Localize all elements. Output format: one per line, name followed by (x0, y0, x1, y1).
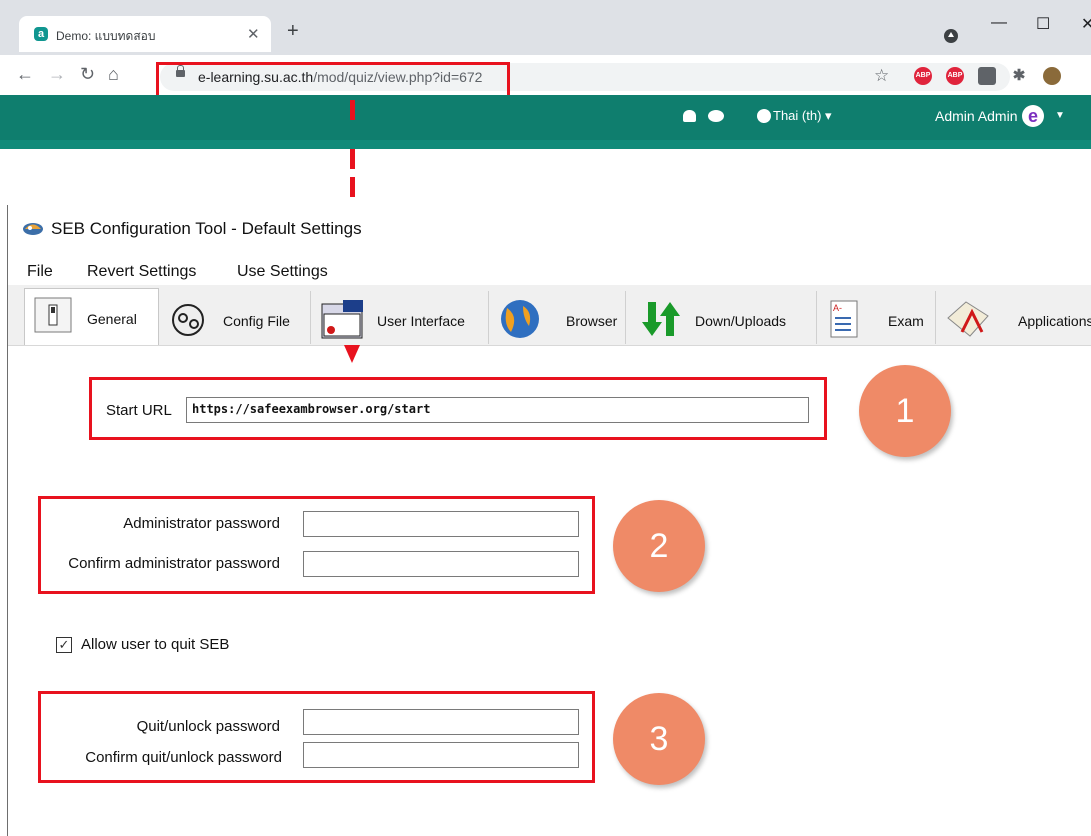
checklist-icon: A- (830, 300, 858, 338)
tab-title: Demo: แบบทดสอบ (56, 29, 156, 43)
confirm-quit-password-input[interactable] (303, 742, 579, 768)
arrow-dash (350, 177, 355, 197)
globe-icon[interactable] (757, 109, 771, 123)
user-avatar-icon[interactable] (1043, 67, 1061, 85)
window-title: SEB Configuration Tool - Default Setting… (51, 219, 362, 238)
confirm-admin-password-label: Confirm administrator password (68, 555, 280, 572)
confirm-admin-password-input[interactable] (303, 551, 579, 577)
tab-general[interactable]: General (24, 288, 159, 345)
new-tab-icon[interactable]: + (287, 21, 299, 41)
moodle-favicon-icon: a (34, 27, 48, 41)
reload-icon[interactable]: ↻ (80, 64, 95, 84)
window-icon (321, 300, 363, 339)
tab-label: General (87, 311, 137, 327)
step-3-badge: 3 (613, 693, 705, 785)
gears-icon (172, 304, 204, 336)
forward-icon[interactable]: → (48, 64, 66, 84)
menu-file[interactable]: File (27, 263, 53, 281)
start-url-label: Start URL (106, 402, 172, 419)
tab-down-uploads[interactable]: Down/Uploads (626, 291, 817, 344)
tab-label: Exam (888, 313, 924, 329)
avatar[interactable]: e (1022, 105, 1044, 127)
app-icon (947, 301, 989, 337)
tab-close-icon[interactable]: ✕ (247, 25, 260, 43)
home-icon[interactable]: ⌂ (108, 64, 119, 84)
chevron-down-icon[interactable]: ▼ (1055, 110, 1065, 121)
bookmark-star-icon[interactable]: ☆ (874, 66, 889, 86)
switch-icon (34, 297, 72, 333)
confirm-quit-password-label: Confirm quit/unlock password (85, 749, 282, 766)
quit-password-label: Quit/unlock password (136, 718, 280, 735)
menu-use-settings[interactable]: Use Settings (237, 263, 328, 281)
profile-icon[interactable] (944, 29, 958, 43)
language-menu[interactable]: Thai (th) ▾ (773, 108, 832, 124)
globe-icon (501, 300, 539, 338)
step-1-badge: 1 (859, 365, 951, 457)
quit-password-input[interactable] (303, 709, 579, 735)
url-highlight-box (156, 62, 510, 98)
tab-label: Browser (566, 313, 618, 329)
minimize-icon[interactable]: — (991, 14, 1007, 32)
maximize-icon[interactable]: ☐ (1036, 14, 1050, 34)
moodle-navbar (0, 95, 1091, 140)
tab-browser[interactable]: Browser (489, 291, 626, 344)
notification-bell-icon[interactable] (683, 110, 696, 122)
seb-app-icon (23, 223, 43, 235)
tab-config-file[interactable]: Config File (158, 291, 311, 344)
menu-revert-settings[interactable]: Revert Settings (87, 263, 196, 281)
close-window-icon[interactable]: ✕ (1081, 14, 1091, 34)
allow-quit-checkbox[interactable]: ✓ (56, 637, 72, 653)
admin-password-label: Administrator password (123, 515, 280, 532)
tab-label: User Interface (377, 313, 465, 329)
tab-label: Config File (223, 313, 290, 329)
up-down-arrows-icon (642, 302, 680, 336)
tab-label: Applications (1018, 313, 1091, 329)
browser-tab[interactable]: a Demo: แบบทดสอบ ✕ (19, 16, 271, 52)
arrow-head (344, 345, 360, 363)
messages-icon[interactable] (708, 110, 724, 122)
tab-label: Down/Uploads (695, 313, 787, 329)
moodle-subbar (0, 140, 1091, 149)
adblock-extension-icon[interactable]: ABP (946, 67, 964, 85)
start-url-input[interactable]: https://safeexambrowser.org/start (186, 397, 809, 423)
extension-icon[interactable] (978, 67, 996, 85)
tab-exam[interactable]: A- Exam (817, 291, 936, 344)
tab-applications[interactable]: Applications (936, 291, 1091, 344)
tab-user-interface[interactable]: User Interface (311, 291, 489, 344)
quit-password-highlight-box (38, 691, 595, 783)
adblock-extension-icon[interactable]: ABP (914, 67, 932, 85)
back-icon[interactable]: ← (16, 64, 34, 84)
allow-quit-label: Allow user to quit SEB (81, 636, 230, 653)
step-2-badge: 2 (613, 500, 705, 592)
puzzle-extensions-icon[interactable]: ✱ (1010, 67, 1028, 85)
user-name[interactable]: Admin Admin (935, 108, 1017, 124)
arrow-dash (350, 100, 355, 120)
svg-text:A-: A- (833, 303, 842, 313)
admin-password-input[interactable] (303, 511, 579, 537)
arrow-dash (350, 149, 355, 169)
